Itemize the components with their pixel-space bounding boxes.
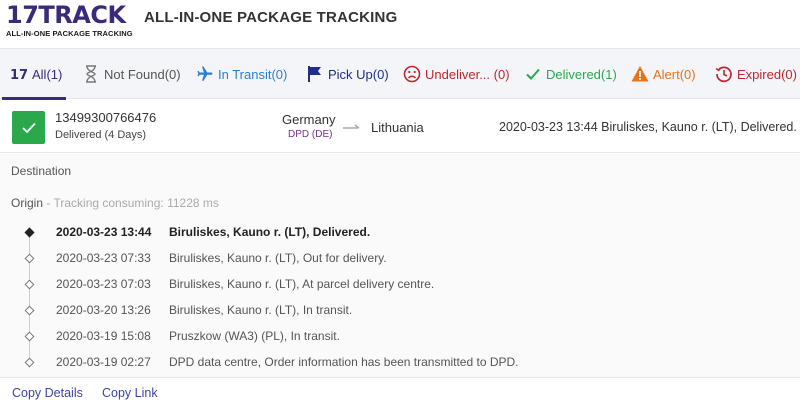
hourglass-icon <box>82 65 100 83</box>
timeline-event: 2020-03-23 07:03 Biruliskes, Kauno r. (L… <box>0 272 800 298</box>
last-event: 2020-03-23 13:44 Biruliskes, Kauno r. (L… <box>499 120 797 134</box>
airplane-icon <box>196 65 214 83</box>
diamond-filled-icon <box>24 227 35 238</box>
shipment-row[interactable]: 13499300766476 Delivered (4 Days) German… <box>0 100 800 153</box>
tab-label: Expired(0) <box>737 66 797 82</box>
copy-link-link[interactable]: Copy Link <box>102 386 158 400</box>
tab-label: Undeliver... (0) <box>425 66 510 82</box>
diamond-outline-icon <box>24 279 35 290</box>
tracking-consuming: Tracking consuming: 11228 ms <box>53 196 219 210</box>
tab-label: All(1) <box>32 66 63 82</box>
carrier-link[interactable]: DPD (DE) <box>288 129 332 140</box>
tab-label: Delivered(1) <box>546 66 617 82</box>
checkmark-icon <box>524 65 542 83</box>
sad-face-icon <box>403 65 421 83</box>
tab-label: Not Found(0) <box>104 66 181 82</box>
origin-country: Germany <box>282 112 336 127</box>
tab-label: Alert(0) <box>653 66 696 82</box>
timeline-event: 2020-03-23 13:44 Biruliskes, Kauno r. (L… <box>0 220 800 246</box>
origin-line: Origin - Tracking consuming: 11228 ms <box>11 196 219 210</box>
diamond-outline-icon <box>24 305 35 316</box>
tab-pick-up[interactable]: Pick Up(0) <box>306 49 389 99</box>
event-time: 2020-03-20 13:26 <box>56 303 151 317</box>
page-title: ALL-IN-ONE PACKAGE TRACKING <box>144 9 398 26</box>
tracking-number[interactable]: 13499300766476 <box>55 110 156 125</box>
logo-17: 17 <box>6 1 39 29</box>
tab-in-transit[interactable]: In Transit(0) <box>196 49 287 99</box>
arrow-right-icon <box>343 119 361 134</box>
copy-details-link[interactable]: Copy Details <box>12 386 83 400</box>
status-tabs: 17 All(1) Not Found(0) In Transit(0) Pic… <box>0 48 800 100</box>
event-time: 2020-03-19 15:08 <box>56 329 151 343</box>
event-description: Biruliskes, Kauno r. (LT), In transit. <box>169 303 353 317</box>
event-description: Pruszkow (WA3) (PL), In transit. <box>169 329 340 343</box>
timeline-event: 2020-03-19 15:08 Pruszkow (WA3) (PL), In… <box>0 324 800 350</box>
event-description: Biruliskes, Kauno r. (LT), Out for deliv… <box>169 251 387 265</box>
tab-undelivered[interactable]: Undeliver... (0) <box>403 49 510 99</box>
diamond-outline-icon <box>24 331 35 342</box>
warning-triangle-icon <box>631 65 649 83</box>
tab-label: In Transit(0) <box>218 66 288 82</box>
timeline-event: 2020-03-20 13:26 Biruliskes, Kauno r. (L… <box>0 298 800 324</box>
logo-track: TRACK <box>38 1 126 29</box>
origin-label: Origin <box>11 196 44 210</box>
tab-label: Pick Up(0) <box>328 66 389 82</box>
logo-17track[interactable]: 17TRACK ALL-IN-ONE PACKAGE TRACKING <box>6 1 133 40</box>
detail-footer: Copy Details Copy Link <box>0 377 800 408</box>
tracking-detail: Destination Origin - Tracking consuming:… <box>0 154 800 408</box>
delivered-status-icon <box>12 111 45 144</box>
tab-expired[interactable]: Expired(0) <box>715 49 797 99</box>
event-description: DPD data centre, Order information has b… <box>169 355 519 369</box>
event-time: 2020-03-19 02:27 <box>56 355 151 369</box>
event-time: 2020-03-23 07:33 <box>56 251 151 265</box>
diamond-outline-icon <box>24 357 35 368</box>
tab-alert[interactable]: Alert(0) <box>631 49 696 99</box>
destination-country: Lithuania <box>371 120 424 135</box>
timeline-event: 2020-03-23 07:33 Biruliskes, Kauno r. (L… <box>0 246 800 272</box>
destination-label: Destination <box>11 164 72 178</box>
logo-17-icon: 17 <box>10 65 28 83</box>
svg-text:17: 17 <box>10 68 28 81</box>
diamond-outline-icon <box>24 253 35 264</box>
logo-tagline: ALL-IN-ONE PACKAGE TRACKING <box>6 29 133 38</box>
tab-not-found[interactable]: Not Found(0) <box>82 49 181 99</box>
status-text: Delivered (4 Days) <box>55 129 147 141</box>
timeline-event: 2020-03-19 02:27 DPD data centre, Order … <box>0 350 800 376</box>
origin-separator: - <box>43 196 54 210</box>
history-icon <box>715 65 733 83</box>
event-description: Biruliskes, Kauno r. (LT), At parcel del… <box>169 277 435 291</box>
header: 17TRACK ALL-IN-ONE PACKAGE TRACKING ALL-… <box>0 0 800 45</box>
event-description: Biruliskes, Kauno r. (LT), Delivered. <box>169 225 371 239</box>
tab-all[interactable]: 17 All(1) <box>2 49 66 100</box>
event-time: 2020-03-23 07:03 <box>56 277 151 291</box>
tab-delivered[interactable]: Delivered(1) <box>524 49 617 99</box>
flag-icon <box>306 65 324 83</box>
event-time: 2020-03-23 13:44 <box>56 225 152 239</box>
